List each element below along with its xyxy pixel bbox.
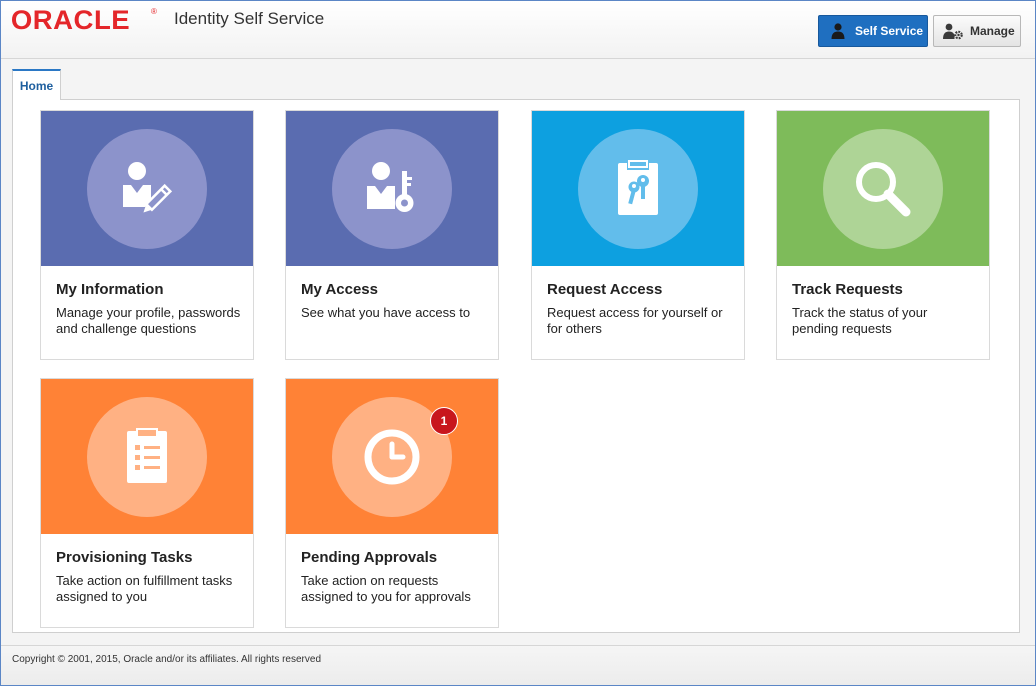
manage-label: Manage xyxy=(970,24,1015,38)
magnifier-icon xyxy=(856,162,911,217)
tab-strip xyxy=(1,59,1035,99)
tile-description: See what you have access to xyxy=(301,305,471,320)
tile-banner xyxy=(41,379,253,534)
tile-description: Track the status of your pending request… xyxy=(792,305,928,336)
footer: Copyright © 2001, 2015, Oracle and/or it… xyxy=(1,645,1035,685)
self-service-label: Self Service xyxy=(855,24,924,38)
tile-icon-circle xyxy=(578,129,698,249)
tile-my-information[interactable]: My Information Manage your profile, pass… xyxy=(40,110,254,360)
user-key-icon xyxy=(367,162,414,212)
header-bar: ORACLE ® Identity Self Service Self Serv… xyxy=(1,1,1035,59)
tile-icon-circle xyxy=(87,397,207,517)
tile-icon-circle xyxy=(823,129,943,249)
tile-title: Track Requests xyxy=(792,281,903,298)
tab-home[interactable]: Home xyxy=(12,69,61,100)
key-badge-icon xyxy=(618,160,658,215)
tile-track-requests[interactable]: Track Requests Track the status of your … xyxy=(776,110,990,360)
app-title: Identity Self Service xyxy=(174,9,325,28)
app-window: ORACLE ® Identity Self Service Self Serv… xyxy=(0,0,1036,686)
tile-title: Pending Approvals xyxy=(301,549,438,566)
clipboard-list-icon xyxy=(127,428,167,483)
tile-banner: 1 xyxy=(286,379,498,534)
tile-icon-circle xyxy=(87,129,207,249)
content-gutter-right xyxy=(1020,99,1035,645)
tile-title: Provisioning Tasks xyxy=(56,549,193,566)
oracle-logo: ORACLE xyxy=(10,5,131,35)
tile-my-access[interactable]: My Access See what you have access to xyxy=(285,110,499,360)
user-edit-icon xyxy=(123,162,173,213)
content-gutter-left xyxy=(1,99,12,645)
tile-banner xyxy=(532,111,744,266)
tile-request-access[interactable]: Request Access Request access for yourse… xyxy=(531,110,745,360)
copyright-text: Copyright © 2001, 2015, Oracle and/or it… xyxy=(12,654,322,665)
tile-description: Manage your profile, passwords and chall… xyxy=(56,305,241,336)
clock-icon xyxy=(364,429,420,485)
notification-badge: 1 xyxy=(430,407,458,435)
tile-provisioning-tasks[interactable]: Provisioning Tasks Take action on fulfil… xyxy=(40,378,254,628)
manage-button[interactable]: Manage xyxy=(933,15,1021,47)
tile-title: My Information xyxy=(56,281,164,298)
tile-description: Take action on fulfillment tasks assigne… xyxy=(56,573,233,604)
self-service-button[interactable]: Self Service xyxy=(818,15,928,47)
person-gear-icon xyxy=(943,23,963,40)
tile-title: My Access xyxy=(301,281,378,298)
person-icon xyxy=(831,23,845,39)
tile-title: Request Access xyxy=(547,281,663,298)
tile-icon-circle xyxy=(332,129,452,249)
tile-description: Request access for yourself or for other… xyxy=(547,305,723,336)
tile-pending-approvals[interactable]: 1 Pending Approvals Take action on reque… xyxy=(285,378,499,628)
tile-banner xyxy=(286,111,498,266)
tile-description: Take action on requests assigned to you … xyxy=(301,573,471,604)
content-gutter-bottom xyxy=(1,633,1035,645)
logo-registered-mark: ® xyxy=(151,7,157,16)
tile-banner xyxy=(777,111,989,266)
tile-banner xyxy=(41,111,253,266)
